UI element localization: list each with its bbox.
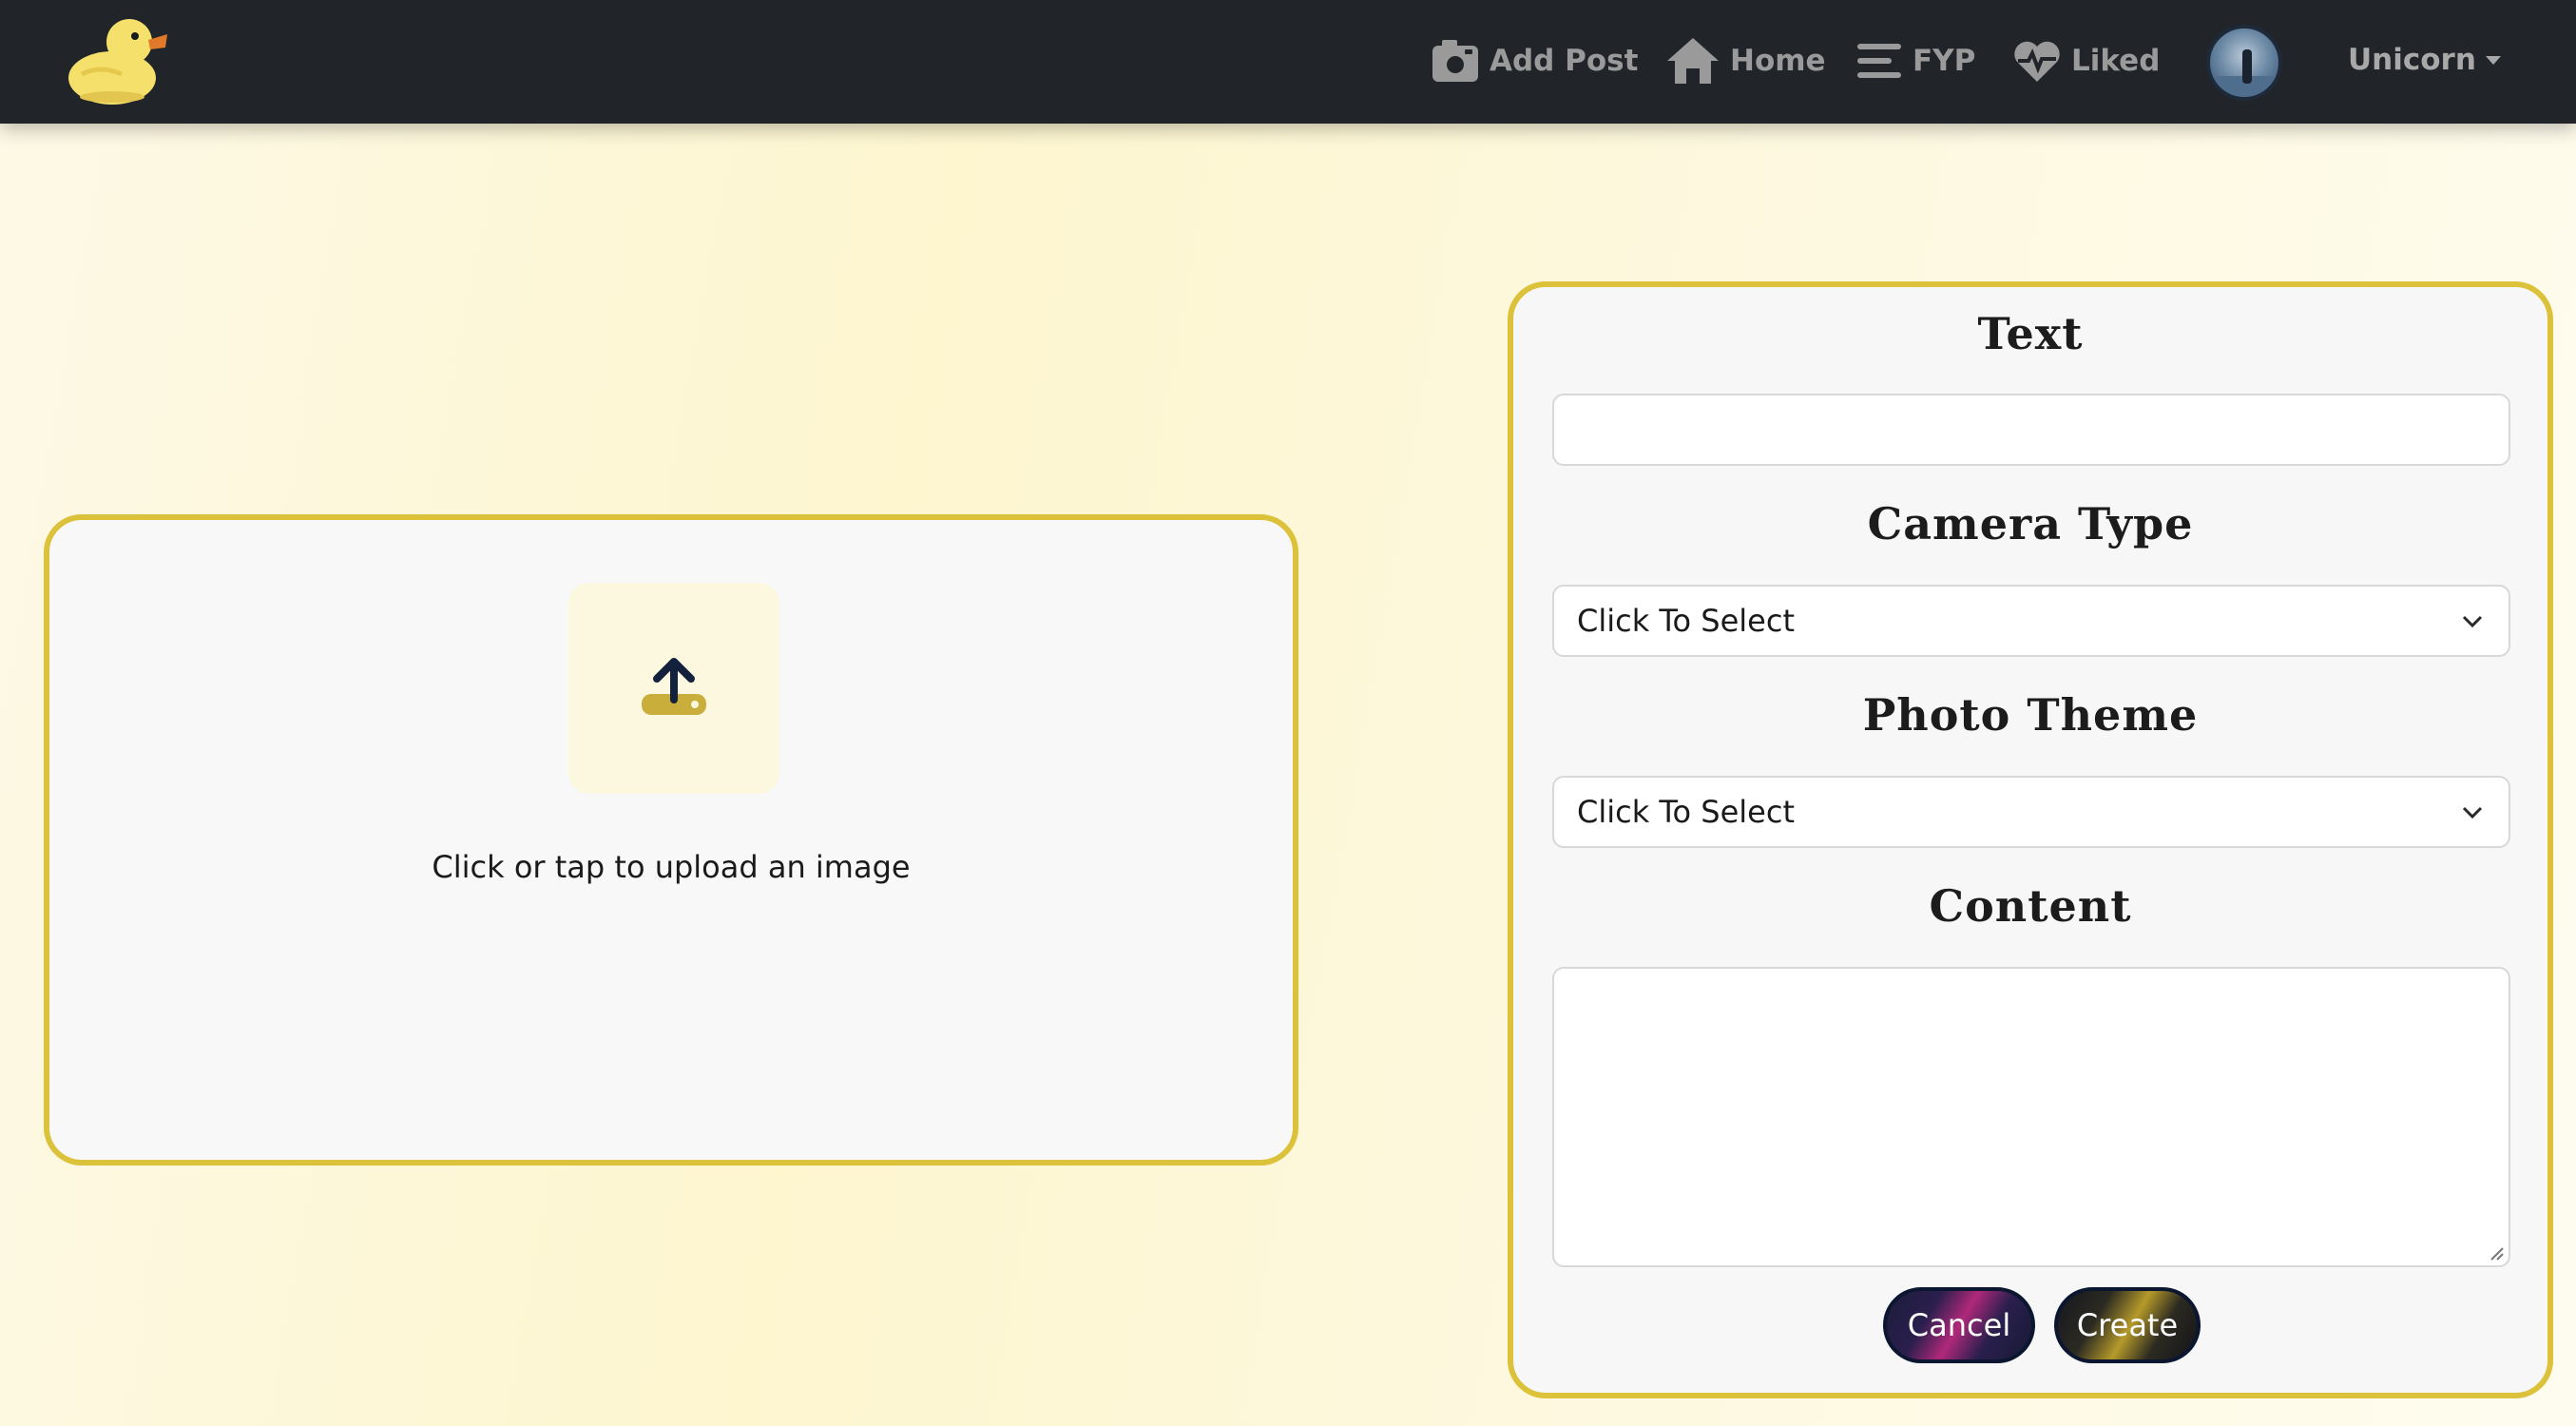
caret-down-icon <box>2485 55 2501 65</box>
text-input[interactable] <box>1552 394 2510 466</box>
text-label: Text <box>1977 308 2084 359</box>
upload-prompt: Click or tap to upload an image <box>432 849 911 885</box>
camera-type-label: Camera Type <box>1867 498 2194 549</box>
content-label: Content <box>1929 880 2132 932</box>
photo-theme-select[interactable]: Click To Select <box>1552 776 2510 848</box>
camera-type-value: Click To Select <box>1577 603 1795 639</box>
chevron-down-icon <box>2462 615 2483 628</box>
camera-type-select[interactable]: Click To Select <box>1552 585 2510 657</box>
username-label: Unicorn <box>2348 43 2476 77</box>
nav-add-post[interactable]: Add Post <box>1431 34 1638 87</box>
nav-fyp-label: FYP <box>1913 44 1976 78</box>
content-textarea[interactable] <box>1552 967 2510 1267</box>
nav-home-label: Home <box>1730 44 1826 78</box>
navbar: Add Post Home FYP Liked Unicorn <box>0 0 2576 124</box>
resize-grip-icon[interactable] <box>2488 1244 2505 1262</box>
post-form: Text Camera Type Click To Select Photo T… <box>1508 281 2553 1398</box>
home-icon <box>1667 38 1719 84</box>
nav-fyp[interactable]: FYP <box>1855 34 1975 87</box>
user-menu-dropdown[interactable]: Unicorn <box>2348 36 2501 84</box>
create-button[interactable]: Create <box>2054 1287 2201 1363</box>
chevron-down-icon <box>2462 806 2483 819</box>
nav-liked-label: Liked <box>2071 44 2161 78</box>
photo-theme-label: Photo Theme <box>1862 689 2199 741</box>
photo-theme-value: Click To Select <box>1577 794 1795 830</box>
nav-home[interactable]: Home <box>1665 34 1826 87</box>
nav-liked[interactable]: Liked <box>2012 34 2160 87</box>
heart-pulse-icon <box>2014 41 2060 82</box>
upload-icon <box>568 583 779 794</box>
image-upload-area[interactable]: Click or tap to upload an image <box>44 514 1298 1166</box>
nav-add-post-label: Add Post <box>1490 44 1639 78</box>
duck-logo-icon[interactable] <box>63 11 171 106</box>
bars-icon <box>1857 44 1901 78</box>
camera-plus-icon <box>1432 40 1478 82</box>
cancel-button[interactable]: Cancel <box>1883 1287 2035 1363</box>
avatar[interactable] <box>2206 25 2282 101</box>
